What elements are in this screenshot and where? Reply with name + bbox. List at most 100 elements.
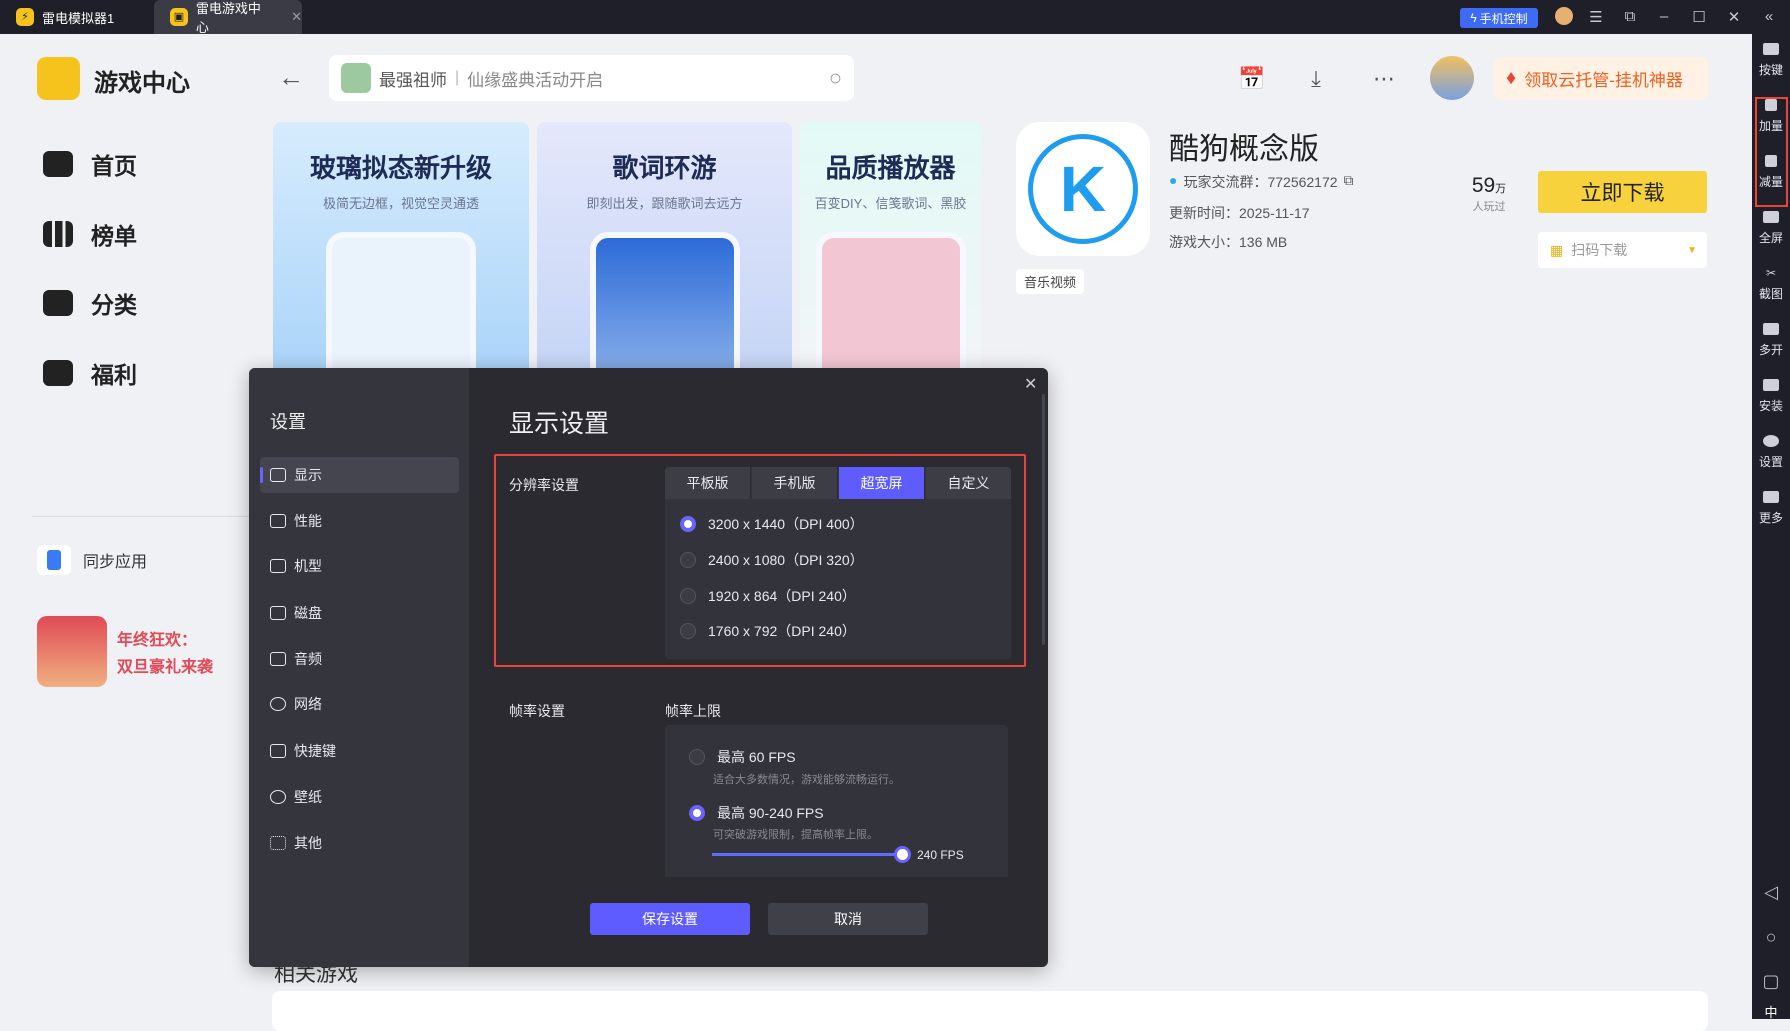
toolbar-label: 安装 [1758,399,1783,413]
resolution-option[interactable]: 2400 x 1080（DPI 320） [680,550,864,570]
download-icon[interactable]: ⤓ [1303,66,1329,92]
multi-instance-button[interactable]: 多开 [1752,323,1790,358]
fps-option-60[interactable]: 最高 60 FPS [689,747,796,767]
toolbar-label: 多开 [1758,343,1783,357]
settings-menu-display[interactable]: 显示 [260,457,459,493]
fps-cap-label: 帧率上限 [665,703,721,719]
cloud-hosting-button[interactable]: ♦ 领取云托管-挂机神器 [1494,57,1708,100]
settings-dialog: 设置 显示 性能 机型 磁盘 音频 网络 快捷键 壁纸 其他 ✕ 显示设置 分辨… [249,368,1048,967]
fps-value: 240 FPS [917,848,964,862]
resolution-option[interactable]: 1760 x 792（DPI 240） [680,621,856,641]
keyboard-icon [270,744,286,758]
menu-icon[interactable]: ☰ [1586,8,1606,26]
radio-selected[interactable] [689,805,705,821]
minimize-icon[interactable]: – [1654,8,1674,25]
sync-apps-button[interactable]: 同步应用 [37,545,147,575]
search-icon[interactable]: ○ [829,65,842,91]
close-tab-icon[interactable]: ✕ [291,9,302,25]
settings-menu-wallpaper[interactable]: 壁纸 [260,779,459,815]
user-avatar[interactable] [1430,56,1474,100]
copy-icon[interactable]: ⧉ [1344,172,1354,192]
screenshot-banner[interactable]: 品质播放器 百变DIY、信笺歌词、黑胶 [800,122,981,382]
user-avatar[interactable] [1555,7,1573,25]
radio[interactable] [689,749,705,765]
category-tag[interactable]: 音乐视频 [1016,269,1085,294]
promo-image[interactable] [37,616,107,687]
nav-benefits[interactable]: 福利 [43,356,137,390]
radio[interactable] [680,552,696,568]
settings-sidebar: 设置 显示 性能 机型 磁盘 音频 网络 快捷键 壁纸 其他 [249,368,469,967]
settings-menu-audio[interactable]: 音频 [260,641,459,677]
save-settings-button[interactable]: 保存设置 [590,903,750,935]
collapse-sidebar-icon[interactable]: « [1759,8,1779,25]
tab-emulator[interactable]: ⚡ 雷电模拟器1 [0,0,154,34]
bar-chart-icon [43,221,73,247]
option-label: 1760 x 792（DPI 240） [708,623,856,639]
search-box[interactable]: 最强祖师 | 仙缘盛典活动开启 ○ [329,55,854,101]
settings-menu-device[interactable]: 机型 [260,548,459,584]
keymap-button[interactable]: 按键 [1752,43,1790,78]
tab-phone[interactable]: 手机版 [752,467,838,499]
promo-text[interactable]: 年终狂欢： 双旦豪礼来袭 [117,627,213,681]
tab-custom[interactable]: 自定义 [926,467,1011,499]
option-label: 3200 x 1440（DPI 400） [708,516,864,532]
settings-menu-network[interactable]: 网络 [260,686,459,722]
tab-ultrawide[interactable]: 超宽屏 [839,467,925,499]
nav-home[interactable]: 首页 [43,147,137,181]
nav-categories[interactable]: 分类 [43,286,137,320]
option-description: 适合大多数情况，游戏能够流畅运行。 [713,774,900,786]
settings-menu-other[interactable]: 其他 [260,825,459,861]
dropdown-arrow-icon[interactable]: ▼ [1687,245,1697,256]
menu-label: 音频 [294,651,322,667]
resolution-option[interactable]: 1920 x 864（DPI 240） [680,586,856,606]
ime-indicator[interactable]: 中 [1752,1002,1790,1021]
more-button[interactable]: 更多 [1752,491,1790,526]
cancel-button[interactable]: 取消 [768,903,928,935]
fps-option-240[interactable]: 最高 90-240 FPS [689,803,824,823]
phone-mockup [326,232,476,382]
divider [32,516,262,517]
app-name: 酷狗概念版 [1169,133,1319,166]
settings-menu-disk[interactable]: 磁盘 [260,595,459,631]
install-apk-button[interactable]: 安装 [1752,379,1790,414]
sync-icon [37,545,71,575]
screenshot-button[interactable]: ✂ 截图 [1752,267,1790,302]
monitor-icon [270,468,286,482]
promo-line: 双旦豪礼来袭 [117,659,214,676]
back-arrow-icon[interactable]: ← [278,62,304,93]
maximize-icon[interactable]: ☐ [1689,8,1709,26]
resolution-option[interactable]: 3200 x 1440（DPI 400） [680,514,864,534]
tab-tablet[interactable]: 平板版 [665,467,751,499]
close-window-icon[interactable]: ✕ [1724,8,1744,26]
scrollbar[interactable] [1042,394,1045,645]
fps-slider-track[interactable] [712,853,902,856]
screenshot-banner[interactable]: 歌词环游 即刻出发，跟随歌词去远方 [537,122,792,382]
emulator-logo-icon: ⚡ [16,8,34,26]
close-dialog-icon[interactable]: ✕ [1024,374,1037,394]
back-nav-icon[interactable]: ◁ [1752,882,1790,903]
audio-icon [270,652,286,666]
download-now-button[interactable]: 立即下载 [1538,171,1707,213]
qr-download-button[interactable]: ▦ 扫码下载 ▼ [1538,232,1707,268]
radio[interactable] [680,588,696,604]
banner-title: 歌词环游 [612,153,717,183]
restore-window-icon[interactable]: ⧉ [1620,8,1640,25]
menu-label: 壁纸 [294,789,322,805]
nav-rankings[interactable]: 榜单 [43,217,137,251]
settings-button[interactable]: 设置 [1752,435,1790,470]
sync-label: 同步应用 [83,554,148,571]
settings-menu-shortcuts[interactable]: 快捷键 [260,733,459,769]
recents-nav-icon[interactable]: ▢ [1752,971,1790,992]
calendar-icon[interactable]: 📅 [1238,66,1265,92]
tab-game-center[interactable]: ▣ 雷电游戏中心 ✕ [154,0,302,35]
home-nav-icon[interactable]: ○ [1752,927,1790,948]
player-group: ● 玩家交流群：772562172 ⧉ [1169,172,1354,192]
radio[interactable] [680,623,696,639]
screenshot-banner[interactable]: 玻璃拟态新升级 极简无边框，视觉空灵通透 [273,122,529,382]
fps-slider-thumb[interactable] [894,846,911,863]
phone-control-button[interactable]: ϟ 手机控制 [1460,8,1538,28]
more-icon[interactable]: ⋯ [1371,66,1397,92]
settings-menu-performance[interactable]: 性能 [260,503,459,539]
radio-selected[interactable] [680,516,696,532]
fullscreen-button[interactable]: 全屏 [1752,211,1790,246]
